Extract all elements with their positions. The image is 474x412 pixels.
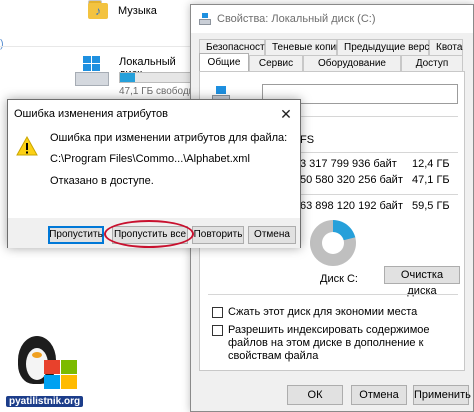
compress-option[interactable]: Сжать этот диск для экономии места: [212, 306, 458, 320]
used-bytes: 3 317 799 936 байт: [300, 158, 397, 170]
properties-titlebar[interactable]: Свойства: Локальный диск (C:): [191, 5, 473, 33]
drive-icon: [199, 13, 211, 25]
free-gb: 47,1 ГБ: [412, 174, 450, 186]
capacity-gb: 59,5 ГБ: [412, 200, 450, 212]
close-icon[interactable]: ✕: [278, 106, 294, 122]
index-option[interactable]: Разрешить индексировать содержимое файло…: [212, 324, 458, 362]
error-titlebar[interactable]: Ошибка изменения атрибутов ✕: [8, 100, 300, 128]
tab-shadow-copies[interactable]: Теневые копии: [265, 39, 342, 55]
properties-title: Свойства: Локальный диск (C:): [217, 13, 376, 25]
ok-button[interactable]: ОК: [287, 385, 343, 405]
folder-item-music[interactable]: ♪ Музыка: [88, 0, 188, 24]
capacity-row: 63 898 120 192 байт 59,5 ГБ: [300, 200, 460, 214]
error-button-bar: Пропустить Пропустить все Повторить Отме…: [8, 218, 300, 248]
retry-button[interactable]: Повторить: [192, 226, 244, 244]
drive-item-c[interactable]: Локальный диск 47,1 ГБ свободно: [75, 52, 200, 98]
nav-chevron-icon[interactable]: ): [0, 38, 4, 50]
disk-usage-donut: [310, 220, 356, 266]
hard-drive-icon: [75, 56, 109, 90]
error-file-path: C:\Program Files\Commo...\Alphabet.xml: [50, 153, 250, 165]
tab-general[interactable]: Общие: [199, 53, 249, 71]
tab-tools[interactable]: Сервис: [249, 55, 303, 71]
free-space-row: 50 580 320 256 байт 47,1 ГБ: [300, 174, 460, 188]
error-message: Ошибка при изменении атрибутов для файла…: [50, 132, 288, 144]
tab-quota[interactable]: Квота: [429, 39, 463, 55]
filesystem-value: FS: [300, 134, 315, 146]
free-bytes: 50 580 320 256 байт: [300, 174, 403, 186]
index-checkbox[interactable]: [212, 325, 223, 336]
compress-checkbox[interactable]: [212, 307, 223, 318]
drive-usage-fill: [120, 73, 135, 82]
warning-icon: [16, 136, 38, 156]
cancel-button[interactable]: Отмена: [351, 385, 407, 405]
skip-all-button[interactable]: Пропустить все: [112, 226, 188, 244]
folder-label: Музыка: [118, 5, 157, 17]
music-folder-icon: ♪: [88, 0, 110, 20]
windows-flag-icon: [44, 360, 78, 390]
tab-hardware[interactable]: Оборудование: [303, 55, 401, 71]
capacity-bytes: 63 898 120 192 байт: [300, 200, 403, 212]
drive-free-space: 47,1 ГБ свободно: [119, 86, 200, 97]
apply-button[interactable]: Применить: [413, 385, 471, 405]
divider: [208, 294, 458, 295]
error-reason: Отказано в доступе.: [50, 175, 154, 187]
properties-button-bar: ОК Отмена Применить: [191, 385, 473, 407]
error-dialog: Ошибка изменения атрибутов ✕ Ошибка при …: [7, 99, 301, 248]
divider: [0, 46, 190, 47]
drive-usage-bar: [119, 72, 195, 83]
tab-sharing[interactable]: Доступ: [401, 55, 463, 71]
watermark-text: pyatilistnik.org: [6, 396, 84, 407]
watermark-logo: pyatilistnik.org: [0, 330, 90, 412]
cancel-button[interactable]: Отмена: [248, 226, 296, 244]
disk-label: Диск C:: [320, 273, 358, 285]
error-title: Ошибка изменения атрибутов: [14, 108, 168, 120]
used-space-row: 3 317 799 936 байт 12,4 ГБ: [300, 158, 460, 172]
disk-cleanup-button[interactable]: Очистка диска: [384, 266, 460, 297]
used-gb: 12,4 ГБ: [412, 158, 450, 170]
tabs-row-bottom: Общие Сервис Оборудование Доступ: [199, 53, 463, 71]
compress-label: Сжать этот диск для экономии места: [228, 306, 418, 318]
skip-button[interactable]: Пропустить: [48, 226, 104, 244]
index-label: Разрешить индексировать содержимое файло…: [228, 324, 430, 362]
tab-previous-versions[interactable]: Предыдущие версии: [337, 39, 441, 55]
